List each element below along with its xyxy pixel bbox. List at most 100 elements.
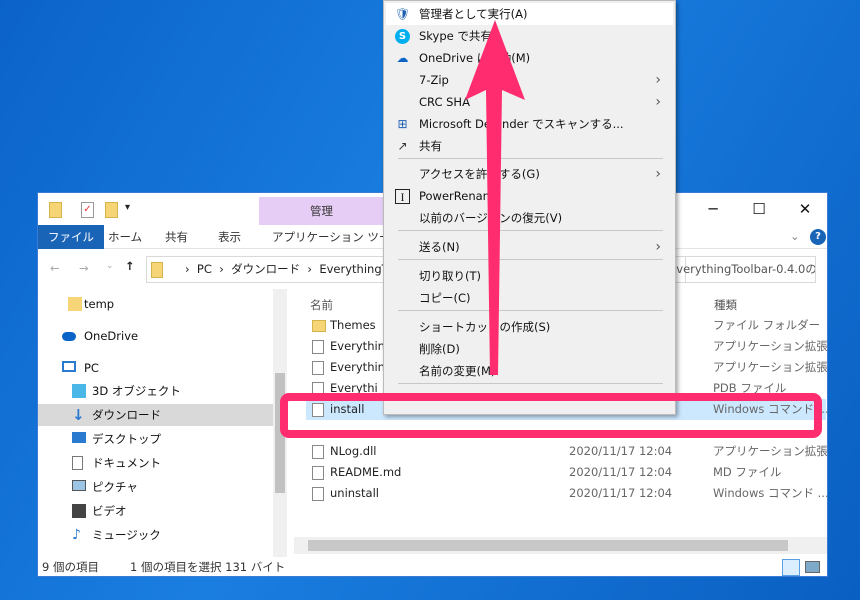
breadcrumb-downloads[interactable]: ダウンロード: [231, 262, 300, 276]
file-icon: [312, 340, 324, 354]
sidebar-item-videos[interactable]: ビデオ: [38, 500, 273, 522]
file-row[interactable]: uninstall 2020/11/17 12:04 Windows コマンド ..…: [306, 483, 829, 504]
up-button[interactable]: ↑: [125, 259, 135, 273]
menu-item-label: 共有: [419, 139, 442, 153]
pictures-icon: [72, 480, 86, 491]
menu-item-label: 管理者として実行(A): [419, 7, 528, 21]
file-type: ファイル フォルダー: [713, 318, 821, 332]
uac-shield-icon: 🛡: [395, 7, 411, 21]
search-input[interactable]: EverythingToolbar-0.4.0の検索: [668, 256, 816, 283]
file-type: アプリケーション拡張: [713, 360, 828, 374]
folder-icon: [312, 320, 326, 332]
highlight-annotation: [280, 393, 822, 438]
sidebar-item-label: temp: [84, 297, 115, 311]
sidebar-item-label: ビデオ: [92, 504, 127, 518]
file-type: MD ファイル: [713, 465, 782, 479]
sidebar-item-label: ダウンロード: [92, 408, 161, 422]
navigation-pane: temp OneDrive PC 3D オブジェクト ↓ ダウンロード デスクトッ…: [38, 289, 287, 557]
file-icon: [312, 487, 324, 501]
maximize-button[interactable]: ☐: [736, 197, 782, 221]
breadcrumb-separator: ›: [215, 262, 232, 276]
status-bar: 9 個の項目 1 個の項目を選択 131 バイト: [38, 557, 827, 578]
menu-separator: [398, 259, 663, 260]
file-name: NLog.dll: [330, 444, 377, 458]
file-date: 2020/11/17 12:04: [569, 486, 673, 500]
sidebar-item-desktop[interactable]: デスクトップ: [38, 428, 273, 450]
documents-icon: [72, 456, 83, 470]
chevron-right-icon: ›: [655, 72, 661, 88]
sidebar-item-3d-objects[interactable]: 3D オブジェクト: [38, 380, 273, 402]
tab-view[interactable]: 表示: [208, 225, 251, 249]
file-type: アプリケーション拡張: [713, 339, 828, 353]
large-icons-view-button[interactable]: [805, 561, 820, 573]
file-icon: [312, 466, 324, 480]
menu-separator: [398, 310, 663, 311]
chevron-right-icon: ›: [655, 94, 661, 110]
sidebar-item-onedrive[interactable]: OneDrive: [38, 325, 273, 347]
file-icon: [312, 445, 324, 459]
defender-icon: ⊞: [397, 117, 408, 131]
horizontal-scrollbar-thumb[interactable]: [308, 540, 788, 551]
file-row[interactable]: NLog.dll 2020/11/17 12:04 アプリケーション拡張: [306, 441, 828, 462]
file-type: アプリケーション拡張: [713, 444, 828, 458]
breadcrumb-separator: ›: [303, 262, 320, 276]
sidebar-item-label: ドキュメント: [92, 456, 161, 470]
back-button[interactable]: ←: [50, 261, 60, 275]
music-icon: ♪: [72, 527, 81, 543]
folder-icon[interactable]: [49, 202, 62, 218]
pc-icon: [62, 361, 76, 372]
file-date: 2020/11/17 12:04: [569, 465, 673, 479]
sidebar-item-pictures[interactable]: ピクチャ: [38, 476, 273, 498]
help-icon[interactable]: ?: [810, 229, 826, 245]
folder-icon[interactable]: [105, 202, 118, 218]
sidebar-item-label: ミュージック: [92, 528, 161, 542]
ribbon-expand-icon[interactable]: ⌄: [790, 229, 800, 243]
details-view-button[interactable]: [782, 559, 800, 576]
minimize-button[interactable]: ─: [690, 197, 736, 221]
file-name: README.md: [330, 465, 402, 479]
desktop-icon: [72, 432, 86, 443]
menu-separator: [398, 383, 663, 384]
onedrive-icon: [62, 332, 76, 341]
arrow-up-icon: [465, 20, 525, 375]
selection-info: 1 個の項目を選択 131 バイト: [130, 560, 286, 574]
sidebar-item-label: OneDrive: [84, 329, 139, 343]
menu-item-label: 7-Zip: [419, 73, 449, 87]
arrow-annotation: [465, 20, 525, 375]
dropdown-icon[interactable]: ▾: [125, 202, 130, 213]
skype-icon: S: [395, 29, 410, 44]
recent-locations-button[interactable]: ⌄: [106, 261, 114, 271]
tab-share[interactable]: 共有: [155, 225, 198, 249]
item-count: 9 個の項目: [42, 560, 99, 574]
sidebar-item-label: 3D オブジェクト: [92, 384, 181, 398]
properties-icon[interactable]: ✓: [81, 202, 94, 218]
file-name: uninstall: [330, 486, 379, 500]
3d-objects-icon: [72, 384, 86, 398]
close-button[interactable]: ✕: [782, 197, 828, 221]
sidebar-item-label: デスクトップ: [92, 432, 161, 446]
sidebar-item-label: PC: [84, 361, 99, 375]
onedrive-icon: ☁: [396, 51, 409, 65]
breadcrumb-separator: ›: [185, 262, 197, 276]
sidebar-item-downloads[interactable]: ↓ ダウンロード: [38, 404, 273, 426]
breadcrumb-pc[interactable]: PC: [197, 262, 212, 276]
sidebar-item-label: ピクチャ: [92, 480, 138, 494]
tab-file[interactable]: ファイル: [38, 225, 104, 249]
folder-icon: [151, 262, 163, 278]
download-icon: ↓: [72, 406, 85, 424]
sidebar-item-documents[interactable]: ドキュメント: [38, 452, 273, 474]
column-header-type[interactable]: 種類: [714, 297, 737, 313]
menu-item-label: 送る(N): [419, 240, 460, 254]
file-date: 2020/11/17 12:04: [569, 444, 673, 458]
tab-home[interactable]: ホーム: [98, 225, 152, 249]
powerrename-icon: I: [395, 189, 410, 204]
sidebar-item-temp[interactable]: temp: [38, 293, 273, 315]
context-tab-manage[interactable]: 管理: [259, 197, 384, 225]
sidebar-item-pc[interactable]: PC: [38, 357, 273, 379]
file-row[interactable]: README.md 2020/11/17 12:04 MD ファイル: [306, 462, 826, 483]
forward-button[interactable]: →: [79, 261, 89, 275]
sidebar-item-music[interactable]: ♪ ミュージック: [38, 524, 273, 546]
menu-separator: [398, 158, 663, 159]
column-header-name[interactable]: 名前: [310, 297, 333, 313]
file-type: Windows コマンド ...: [713, 486, 829, 500]
